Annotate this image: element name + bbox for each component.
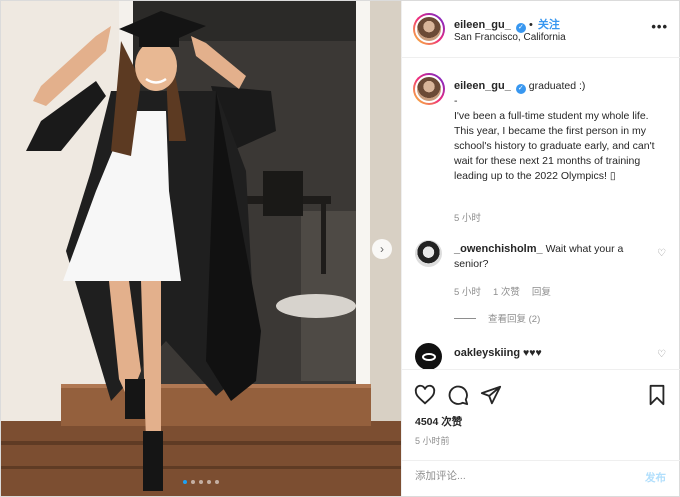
caption-username[interactable]: eileen_gu_ — [454, 80, 511, 92]
post-caption: eileen_gu_ ✓ graduated :) - I've been a f… — [454, 79, 666, 184]
comment-time[interactable]: 5 小时 — [454, 284, 481, 298]
comments-section[interactable]: eileen_gu_ ✓ graduated :) - I've been a f… — [402, 58, 680, 370]
chevron-right-icon: › — [380, 242, 384, 256]
comment-like-heart-icon[interactable]: ♡ — [657, 248, 666, 259]
save-bookmark-icon[interactable] — [646, 384, 668, 406]
view-replies-label: 查看回复 (2) — [488, 314, 541, 325]
post-comment-button[interactable]: 发布 — [645, 470, 666, 485]
commenter-avatar[interactable] — [415, 240, 442, 267]
post-location[interactable]: San Francisco, California — [454, 32, 566, 43]
carousel-indicator — [183, 480, 219, 484]
share-paper-plane-icon[interactable] — [480, 384, 502, 406]
view-replies-button[interactable]: 查看回复 (2) — [454, 311, 540, 325]
caption-text: graduated :) - I've been a full-time stu… — [454, 80, 655, 182]
post-timestamp[interactable]: 5 小时前 — [415, 434, 450, 447]
comment-meta: 5 小时 1 次赞 回复 — [454, 284, 551, 298]
post-header: eileen_gu_ ✓ • 关注 San Francisco, Califor… — [402, 1, 680, 58]
more-options-button[interactable]: ••• — [651, 19, 668, 34]
comment-text: ♥♥♥ — [522, 347, 542, 359]
like-heart-icon[interactable] — [414, 384, 436, 406]
commenter-avatar[interactable] — [415, 343, 442, 369]
carousel-dot — [183, 480, 187, 484]
more-dots-icon: ••• — [651, 19, 668, 34]
comment-likes[interactable]: 1 次赞 — [493, 284, 520, 298]
carousel-next-button[interactable]: › — [372, 239, 392, 259]
comment-reply-button[interactable]: 回复 — [532, 284, 551, 298]
post-modal: › eileen_gu_ ✓ • 关注 San Francisco, Calif… — [0, 0, 680, 497]
carousel-dot — [215, 480, 219, 484]
caption-time[interactable]: 5 小时 — [454, 210, 481, 224]
post-side-panel: eileen_gu_ ✓ • 关注 San Francisco, Califor… — [401, 1, 680, 496]
comment-like-heart-icon[interactable]: ♡ — [657, 349, 666, 360]
comment-username[interactable]: _owenchisholm_ — [454, 243, 543, 255]
oakley-logo-icon — [421, 352, 436, 361]
action-bar: 4504 次赞 5 小时前 — [402, 370, 680, 460]
comment: oakleyskiing ♥♥♥ — [454, 347, 542, 359]
graduation-photo-illustration — [1, 1, 401, 496]
separator-dot: • — [528, 19, 536, 31]
post-photo[interactable]: › — [1, 1, 401, 496]
replies-divider — [454, 317, 476, 319]
follow-button[interactable]: 关注 — [538, 19, 560, 31]
comment-input[interactable] — [415, 470, 615, 482]
comment-bubble-icon[interactable] — [447, 384, 469, 406]
carousel-dot — [191, 480, 195, 484]
carousel-dot — [199, 480, 203, 484]
caption-author-avatar[interactable] — [413, 73, 445, 105]
comment: _owenchisholm_ Wait what your a senior? — [454, 242, 636, 272]
author-avatar[interactable] — [413, 13, 445, 45]
add-comment-bar: 发布 — [402, 460, 680, 496]
verified-badge-icon: ✓ — [515, 84, 526, 94]
carousel-dot — [207, 480, 211, 484]
author-username[interactable]: eileen_gu_ — [454, 19, 511, 31]
like-count[interactable]: 4504 次赞 — [415, 414, 462, 429]
comment-username[interactable]: oakleyskiing — [454, 347, 520, 359]
